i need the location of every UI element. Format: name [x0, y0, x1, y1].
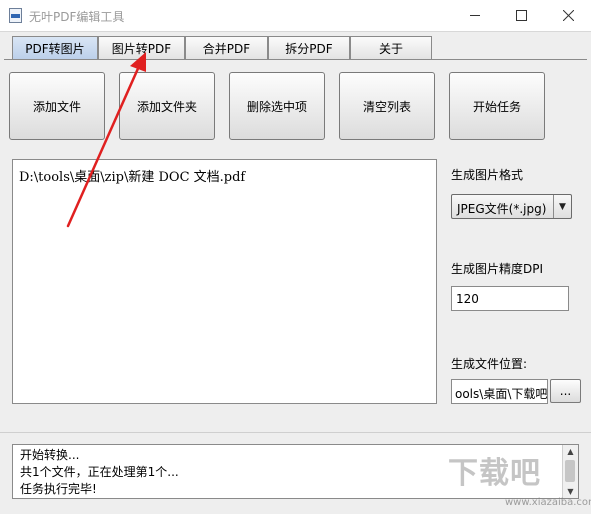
tab-about[interactable]: 关于	[350, 36, 432, 59]
clear-list-button[interactable]: 清空列表	[339, 72, 435, 140]
tab-split-pdf[interactable]: 拆分PDF	[268, 36, 350, 59]
client-area: PDF转图片 图片转PDF 合并PDF 拆分PDF 关于 添加文件 添加文件夹 …	[0, 31, 591, 514]
divider	[0, 432, 591, 433]
log-scrollbar[interactable]: ▲ ▼	[562, 445, 578, 498]
tab-pdf-to-image[interactable]: PDF转图片	[12, 36, 98, 59]
add-file-button[interactable]: 添加文件	[9, 72, 105, 140]
dpi-value: 120	[456, 292, 479, 306]
tab-strip-line	[4, 59, 587, 60]
watermark-logo: 下载吧	[448, 456, 541, 491]
maximize-button[interactable]	[498, 0, 544, 31]
delete-selected-button[interactable]: 删除选中项	[229, 72, 325, 140]
scroll-up-icon[interactable]: ▲	[563, 445, 578, 458]
dpi-label: 生成图片精度DPI	[451, 262, 544, 276]
maximize-icon	[515, 10, 527, 21]
log-line: 任务执行完毕!	[20, 482, 97, 496]
dpi-field[interactable]: 120	[451, 286, 569, 311]
start-task-button[interactable]: 开始任务	[449, 72, 545, 140]
format-label: 生成图片格式	[451, 168, 524, 182]
scroll-thumb[interactable]	[565, 460, 575, 482]
pdf-app-icon	[9, 8, 22, 23]
output-path-field[interactable]: ools\桌面\下载吧	[451, 379, 548, 404]
output-label: 生成文件位置:	[451, 357, 528, 371]
title-bar: 无叶PDF编辑工具	[0, 0, 591, 31]
format-select[interactable]: JPEG文件(*.jpg) ▼	[451, 194, 572, 219]
browse-button[interactable]: ...	[550, 379, 581, 403]
format-value: JPEG文件(*.jpg)	[457, 202, 547, 216]
tab-image-to-pdf[interactable]: 图片转PDF	[98, 36, 185, 59]
window-title: 无叶PDF编辑工具	[29, 10, 125, 24]
close-button[interactable]	[545, 0, 591, 31]
close-icon	[562, 10, 574, 21]
tab-merge-pdf[interactable]: 合并PDF	[185, 36, 268, 59]
watermark-url: www.xiazaiba.com	[505, 497, 591, 508]
add-folder-button[interactable]: 添加文件夹	[119, 72, 215, 140]
log-line: 开始转换...	[20, 448, 80, 462]
chevron-down-icon[interactable]: ▼	[553, 195, 571, 218]
list-item[interactable]: D:\tools\桌面\zip\新建 DOC 文档.pdf	[19, 166, 245, 185]
output-path-value: ools\桌面\下载吧	[455, 387, 548, 401]
log-line: 共1个文件，正在处理第1个...	[20, 465, 179, 479]
minimize-icon	[470, 15, 480, 16]
file-list[interactable]: D:\tools\桌面\zip\新建 DOC 文档.pdf	[12, 159, 437, 404]
minimize-button[interactable]	[452, 0, 498, 31]
